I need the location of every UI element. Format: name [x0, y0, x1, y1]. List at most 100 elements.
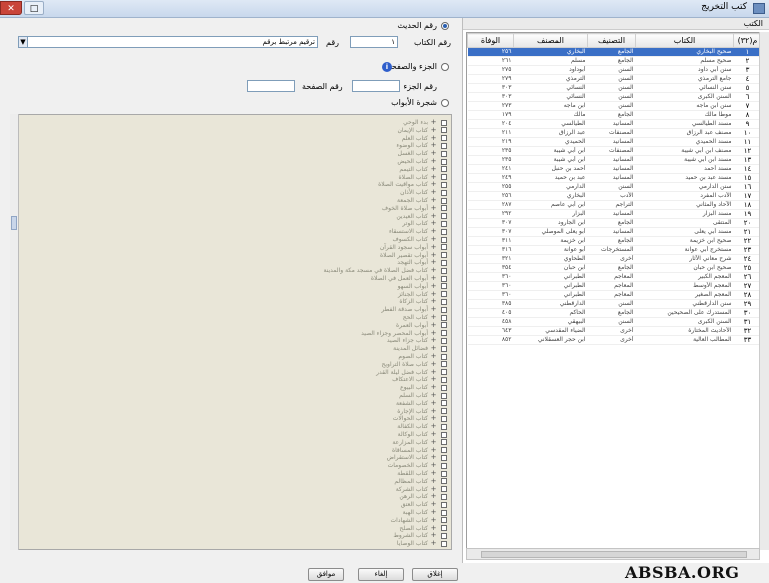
expand-icon[interactable]: + [430, 360, 437, 368]
table-row[interactable]: ٤ جامع الترمذي السنن الترمذي ٢٧٩ [467, 74, 759, 84]
tree-item[interactable]: +كتاب فضل الصلاة في مسجد مكة والمدينة [323, 266, 447, 274]
tree-item-checkbox[interactable] [441, 236, 447, 243]
tree-item[interactable]: +كتاب الاعتكاف [392, 375, 447, 383]
table-row[interactable]: ١٦ سنن الدارمي السنن الدارمي ٢٥٥ [467, 182, 759, 192]
tree-item-checkbox[interactable] [441, 493, 447, 500]
tree-item[interactable]: +كتاب العلم [402, 134, 447, 142]
tree-item[interactable]: +كتاب الوتر [402, 219, 447, 227]
expand-icon[interactable]: + [430, 251, 437, 259]
tree-item[interactable]: +كتاب الزكاة [399, 297, 447, 305]
close-window-button[interactable]: ✕ [0, 1, 22, 15]
tree-item-checkbox[interactable] [441, 314, 447, 321]
expand-icon[interactable]: + [430, 469, 437, 477]
tree-item[interactable]: +كتاب المساقاة [392, 446, 447, 454]
expand-icon[interactable]: + [430, 352, 437, 360]
tree-item[interactable]: +كتاب الشهادات [391, 516, 447, 524]
tree-item-checkbox[interactable] [441, 275, 447, 282]
tree-item-checkbox[interactable] [441, 353, 447, 360]
tree-item-checkbox[interactable] [441, 415, 447, 422]
tree-item[interactable]: +كتاب الشركة [396, 485, 447, 493]
table-row[interactable]: ٢١ مسند أبي يعلى المسانيد أبو يعلى الموصلي ٣… [467, 227, 759, 237]
tree-item[interactable]: +كتاب الشفعة [396, 399, 447, 407]
expand-icon[interactable]: + [430, 235, 437, 243]
tree-item[interactable]: +كتاب الإجارة [397, 407, 447, 415]
expand-icon[interactable]: + [430, 165, 437, 173]
tree-item-checkbox[interactable] [441, 540, 447, 547]
tree-item-checkbox[interactable] [441, 189, 447, 196]
expand-icon[interactable]: + [430, 126, 437, 134]
expand-icon[interactable]: + [430, 446, 437, 454]
tree-item[interactable]: +بدء الوحي [403, 118, 447, 126]
table-row[interactable]: ١٨ الآحاد والمثاني التراجم ابن أبي عاصم ٢٨٧ [467, 200, 759, 210]
tree-item[interactable]: +كتاب العتق [401, 500, 447, 508]
hadith-number-radio[interactable] [441, 22, 449, 30]
table-row[interactable]: ٣٢ الأحاديث المختارة أخرى الضياء المقدسي ٦٤٣ [467, 326, 759, 336]
tree-item[interactable]: +كتاب الغسل [398, 149, 447, 157]
tree-item-checkbox[interactable] [441, 369, 447, 376]
table-row[interactable]: ٣١ السنن الكبرى السنن البيهقي ٤٥٨ [467, 317, 759, 327]
expand-icon[interactable]: + [430, 368, 437, 376]
tree-item-checkbox[interactable] [441, 337, 447, 344]
expand-icon[interactable]: + [430, 477, 437, 485]
expand-icon[interactable]: + [430, 453, 437, 461]
tree-item[interactable]: +كتاب الرهن [399, 492, 447, 500]
tree-item-checkbox[interactable] [441, 306, 447, 313]
expand-icon[interactable]: + [430, 391, 437, 399]
cancel-button[interactable]: إلغاء [358, 568, 404, 581]
expand-icon[interactable]: + [430, 219, 437, 227]
tree-item-checkbox[interactable] [441, 127, 447, 134]
tree-item-checkbox[interactable] [441, 283, 447, 290]
expand-icon[interactable]: + [430, 321, 437, 329]
tree-item-checkbox[interactable] [441, 462, 447, 469]
tree-item-checkbox[interactable] [441, 345, 447, 352]
tree-item[interactable]: +كتاب الأذان [400, 188, 447, 196]
tree-item-checkbox[interactable] [441, 244, 447, 251]
tree-item[interactable]: +كتاب المظالم [394, 477, 447, 485]
books-scroll-thumb[interactable] [481, 551, 747, 558]
tree-item-checkbox[interactable] [441, 392, 447, 399]
expand-icon[interactable]: + [430, 305, 437, 313]
info-icon[interactable]: i [382, 62, 392, 72]
tree-item-checkbox[interactable] [441, 330, 447, 337]
table-row[interactable]: ٢٨ المعجم الصغير المعاجم الطبراني ٣٦٠ [467, 290, 759, 300]
tree-item[interactable]: +فضائل المدينة [393, 344, 447, 352]
tree-item-checkbox[interactable] [441, 267, 447, 274]
tree-item-checkbox[interactable] [441, 181, 447, 188]
expand-icon[interactable]: + [430, 212, 437, 220]
expand-icon[interactable]: + [430, 375, 437, 383]
expand-icon[interactable]: + [430, 297, 437, 305]
tree-item[interactable]: +كتاب الإيمان [397, 126, 447, 134]
tree-item[interactable]: +أبواب صلاة الخوف [382, 204, 447, 212]
table-row[interactable]: ١ صحيح البخاري الجامع البخاري ٢٥٦ [467, 47, 759, 57]
tree-item-checkbox[interactable] [441, 509, 447, 516]
tree-item[interactable]: +كتاب الاستقراض [387, 453, 447, 461]
expand-icon[interactable]: + [430, 407, 437, 415]
table-row[interactable]: ٢٣ مستخرج أبي عوانة المستخرجات أبو عوانة ٣١٦ [467, 245, 759, 255]
tree-item-checkbox[interactable] [441, 158, 447, 165]
table-row[interactable]: ١٧ الأدب المفرد الأدب البخاري ٢٥٦ [467, 191, 759, 201]
table-row[interactable]: ٩ مسند الطيالسي المسانيد الطيالسي ٢٠٤ [467, 119, 759, 129]
tree-item[interactable]: +كتاب اللقطة [397, 469, 447, 477]
tree-item[interactable]: +كتاب الحج [403, 313, 447, 321]
table-row[interactable]: ١٥ مسند عبد بن حميد المسانيد عبد بن حميد ٢٤٩ [467, 173, 759, 183]
table-row[interactable]: ١٢ مصنف ابن أبي شيبة المصنفات ابن أبي شيبة ٢… [467, 146, 759, 156]
table-row[interactable]: ٢٧ المعجم الأوسط المعاجم الطبراني ٣٦٠ [467, 281, 759, 291]
tree-item-checkbox[interactable] [441, 525, 447, 532]
table-row[interactable]: ٢٢ صحيح ابن خزيمة الجامع ابن خزيمة ٣١١ [467, 236, 759, 246]
table-row[interactable]: ٢ صحيح مسلم الجامع مسلم ٢٦١ [467, 56, 759, 66]
tree-item[interactable]: +كتاب الشروط [393, 531, 447, 539]
tree-item-checkbox[interactable] [441, 298, 447, 305]
tree-item[interactable]: +كتاب الجمعة [397, 196, 447, 204]
tree-item-checkbox[interactable] [441, 431, 447, 438]
expand-icon[interactable]: + [430, 383, 437, 391]
table-row[interactable]: ٢٠ المنتقى الجامع ابن الجارود ٣٠٧ [467, 218, 759, 228]
table-row[interactable]: ١٩ مسند البزار المسانيد البزار ٢٩٢ [467, 209, 759, 219]
expand-icon[interactable]: + [430, 196, 437, 204]
tree-scroll-thumb[interactable] [11, 216, 17, 230]
expand-icon[interactable]: + [430, 274, 437, 282]
expand-icon[interactable]: + [430, 438, 437, 446]
table-row[interactable]: ١١ مسند الحميدي المسانيد الحميدي ٢١٩ [467, 137, 759, 147]
table-row[interactable]: ١٣ مسند ابن أبي شيبة المسانيد ابن أبي شيبة ٢… [467, 155, 759, 165]
expand-icon[interactable]: + [430, 266, 437, 274]
tree-item-checkbox[interactable] [441, 408, 447, 415]
